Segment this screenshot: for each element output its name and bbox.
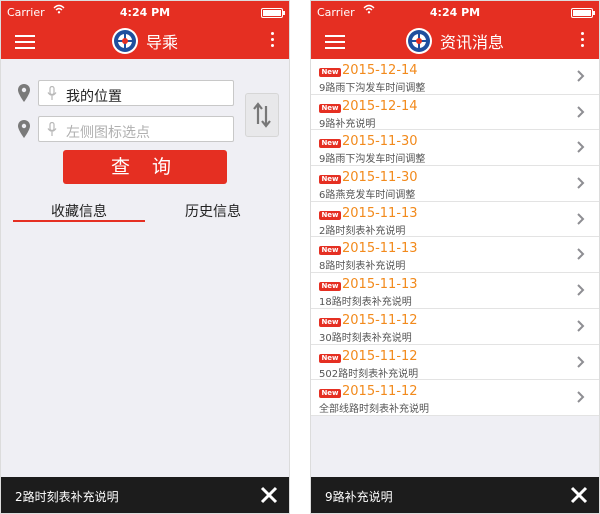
news-item[interactable]: New 2015-12-14 9路雨下沟发车时间调整: [311, 59, 599, 95]
chevron-right-icon: [577, 284, 585, 296]
news-date: 2015-11-12: [342, 312, 418, 328]
new-badge: New: [319, 175, 341, 185]
news-item[interactable]: New 2015-11-13 8路时刻表补充说明: [311, 237, 599, 274]
chevron-right-icon: [577, 177, 585, 189]
more-icon[interactable]: [581, 32, 585, 50]
chevron-right-icon: [577, 141, 585, 154]
close-icon[interactable]: [569, 485, 589, 505]
news-title: 9路雨下沟发车时间调整: [319, 154, 426, 166]
swap-icon: [253, 102, 271, 128]
new-badge: New: [319, 282, 341, 292]
news-item[interactable]: New 2015-11-13 2路时刻表补充说明: [311, 201, 599, 238]
news-date: 2015-11-30: [342, 170, 418, 186]
news-item[interactable]: New 2015-11-30 9路雨下沟发车时间调整: [311, 130, 599, 167]
new-badge: New: [319, 139, 341, 149]
news-title: 全部线路时刻表补充说明: [319, 404, 429, 416]
bottom-notification-bar[interactable]: 2路时刻表补充说明: [1, 477, 289, 513]
news-title: 9路雨下沟发车时间调整: [319, 83, 426, 94]
new-badge: New: [319, 103, 341, 113]
battery-icon: [261, 8, 285, 18]
tab-history[interactable]: 历史信息: [185, 201, 241, 221]
chevron-right-icon: [577, 355, 585, 368]
notification-text: 2路时刻表补充说明: [15, 490, 119, 504]
news-date: 2015-11-13: [342, 205, 418, 221]
location-pin-icon[interactable]: [18, 84, 30, 102]
microphone-icon[interactable]: [47, 85, 57, 101]
clock: 4:24 PM: [429, 6, 481, 19]
news-item[interactable]: New 2015-11-12 全部线路时刻表补充说明: [311, 380, 599, 416]
status-bar: Carrier 4:24 PM: [311, 1, 599, 25]
page-title: 导乘: [146, 33, 179, 52]
new-badge: New: [319, 353, 341, 363]
close-icon[interactable]: [259, 485, 279, 505]
destination-placeholder: 左侧图标选点: [66, 125, 150, 141]
news-title: 30路时刻表补充说明: [319, 332, 412, 344]
new-badge: New: [319, 246, 341, 256]
new-badge: New: [319, 317, 341, 327]
news-title: 2路时刻表补充说明: [319, 225, 406, 237]
nav-title: 导乘: [1, 28, 289, 56]
news-item[interactable]: New 2015-11-12 502路时刻表补充说明: [311, 344, 599, 381]
logo-icon: [405, 28, 432, 54]
active-tab-indicator: [13, 220, 145, 222]
news-item[interactable]: New 2015-11-30 6路燕竞发车时间调整: [311, 166, 599, 202]
location-pin-icon[interactable]: [18, 120, 30, 138]
origin-field[interactable]: 我的位置: [38, 80, 234, 106]
news-date: 2015-11-13: [342, 277, 418, 293]
news-item[interactable]: New 2015-11-12 30路时刻表补充说明: [311, 308, 599, 345]
news-title: 6路燕竞发车时间调整: [319, 190, 416, 202]
news-title: 502路时刻表补充说明: [319, 368, 419, 380]
phone-screen-news: Carrier 4:24 PM 资讯消息 New 2015-12-14 9路雨下…: [310, 0, 600, 514]
news-date: 2015-12-14: [342, 98, 418, 114]
chevron-right-icon: [577, 213, 585, 225]
news-list: New 2015-12-14 9路雨下沟发车时间调整 New 2015-12-1…: [311, 59, 599, 416]
bottom-notification-bar[interactable]: 9路补充说明: [311, 477, 599, 513]
new-badge: New: [319, 210, 341, 220]
chevron-right-icon: [577, 105, 585, 118]
news-date: 2015-11-12: [342, 348, 418, 364]
news-date: 2015-12-14: [342, 63, 418, 78]
swap-button[interactable]: [245, 93, 279, 137]
query-button[interactable]: 查 询: [63, 150, 227, 184]
news-item[interactable]: New 2015-12-14 9路补充说明: [311, 94, 599, 131]
status-bar: Carrier 4:24 PM: [1, 1, 289, 25]
phone-screen-route: Carrier 4:24 PM 导乘 我的位置 左侧图标选点 查 询 收藏信息 …: [0, 0, 290, 514]
origin-value: 我的位置: [66, 89, 122, 105]
new-badge: New: [319, 68, 341, 77]
news-item[interactable]: New 2015-11-13 18路时刻表补充说明: [311, 273, 599, 309]
microphone-icon[interactable]: [47, 121, 57, 137]
logo-icon: [111, 28, 138, 54]
chevron-right-icon: [577, 70, 585, 82]
more-icon[interactable]: [271, 32, 275, 50]
notification-text: 9路补充说明: [325, 490, 393, 504]
destination-field[interactable]: 左侧图标选点: [38, 116, 234, 142]
page-title: 资讯消息: [440, 33, 505, 52]
battery-icon: [571, 8, 595, 18]
news-title: 18路时刻表补充说明: [319, 297, 412, 309]
clock: 4:24 PM: [119, 6, 171, 19]
nav-bar: 资讯消息: [311, 25, 599, 59]
tab-favorites[interactable]: 收藏信息: [51, 201, 107, 221]
news-date: 2015-11-30: [342, 134, 418, 150]
chevron-right-icon: [577, 320, 585, 332]
news-title: 9路补充说明: [319, 118, 376, 130]
chevron-right-icon: [577, 248, 585, 261]
nav-bar: 导乘: [1, 25, 289, 59]
new-badge: New: [319, 389, 341, 399]
nav-title: 资讯消息: [311, 28, 599, 56]
news-date: 2015-11-13: [342, 241, 418, 257]
chevron-right-icon: [577, 391, 585, 403]
news-title: 8路时刻表补充说明: [319, 261, 406, 273]
news-date: 2015-11-12: [342, 384, 418, 400]
